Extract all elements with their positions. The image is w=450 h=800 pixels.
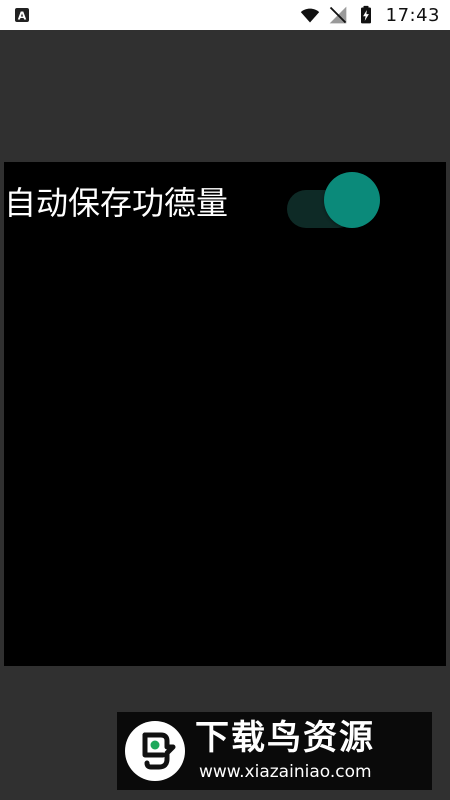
auto-save-label: 自动保存功德量	[4, 184, 229, 222]
screen: A 17:43 自动保存功德量 下载鸟资源 www.xiazainiao.com	[0, 0, 450, 800]
app-notification-icon: A	[15, 8, 29, 23]
setting-row-auto-save: 自动保存功德量	[4, 162, 446, 242]
status-time: 17:43	[385, 4, 440, 26]
watermark-title: 下载鸟资源	[195, 718, 375, 758]
auto-save-toggle[interactable]	[287, 172, 380, 228]
battery-charging-icon	[360, 5, 371, 24]
bird-logo-icon	[125, 721, 185, 781]
watermark: 下载鸟资源 www.xiazainiao.com	[117, 712, 432, 790]
status-bar: A 17:43	[0, 0, 450, 30]
no-signal-icon	[329, 6, 346, 24]
svg-text:A: A	[18, 10, 27, 23]
toggle-thumb	[324, 172, 380, 228]
watermark-url: www.xiazainiao.com	[199, 762, 372, 782]
settings-panel: 自动保存功德量	[4, 162, 446, 666]
wifi-icon	[300, 8, 319, 23]
status-icons: 17:43	[300, 0, 440, 30]
